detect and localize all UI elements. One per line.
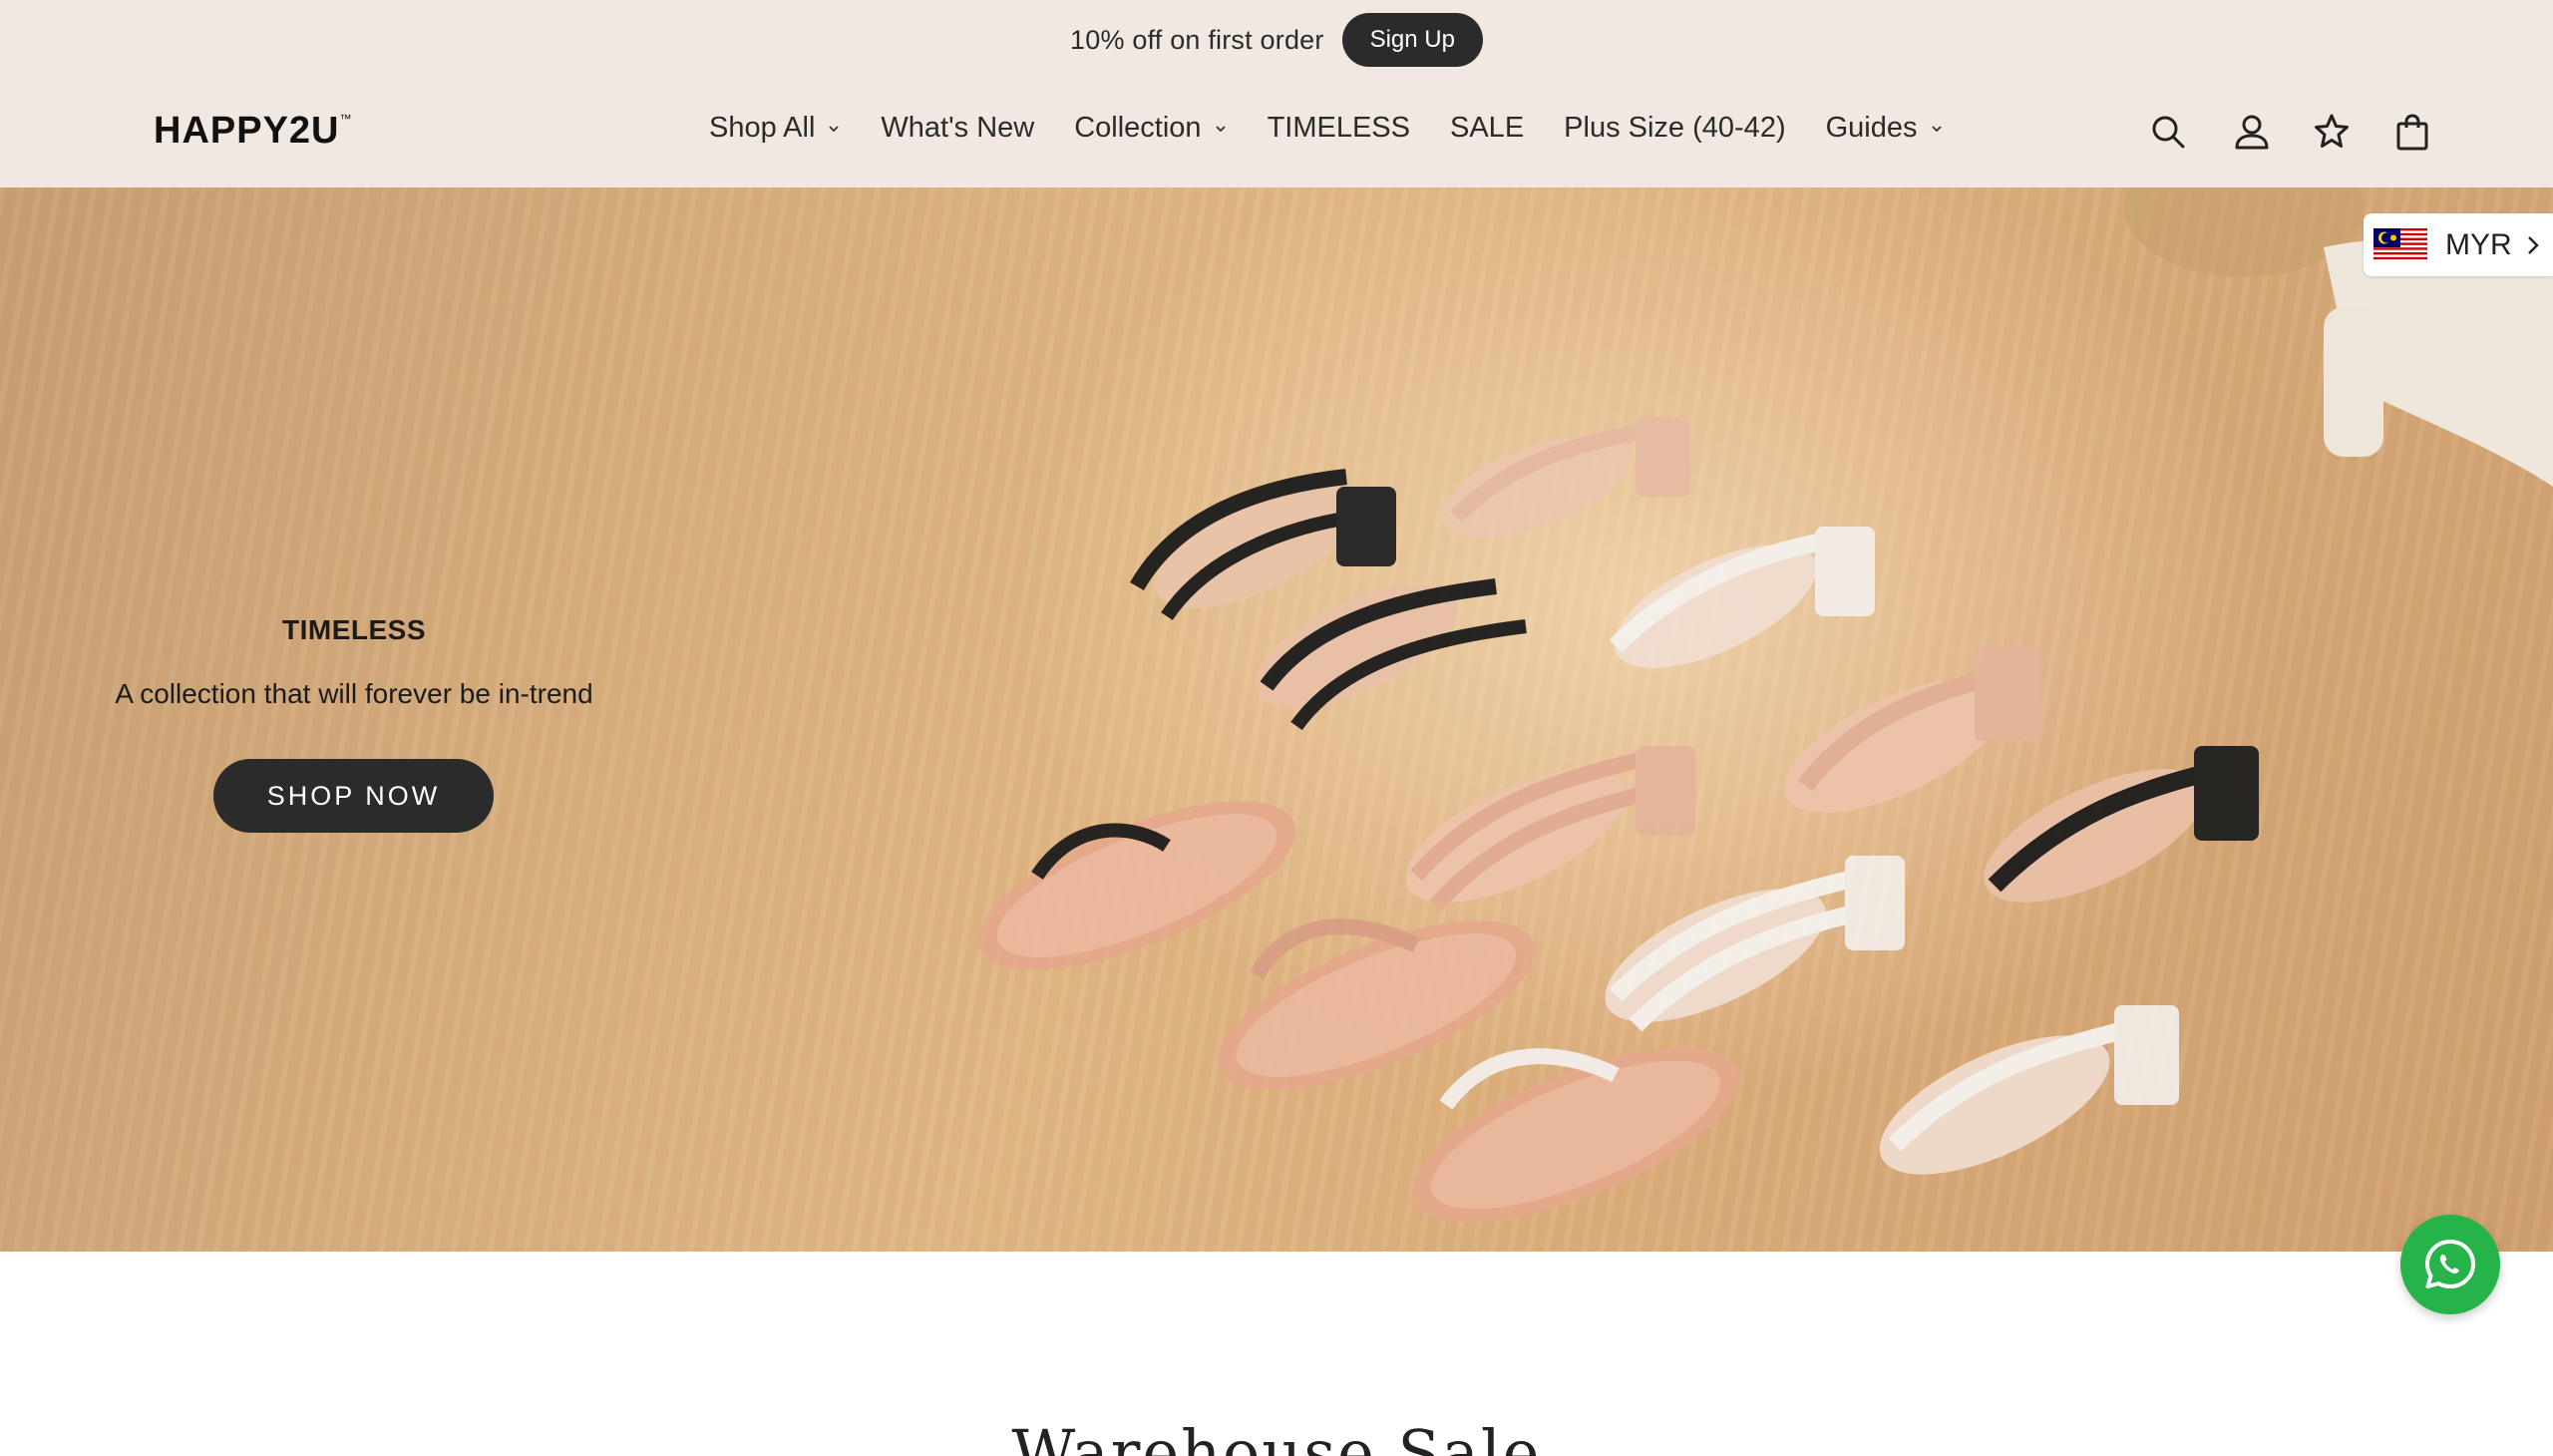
announcement-bar: 10% off on first order Sign Up [0, 0, 2553, 80]
nav-item-plus-size[interactable]: Plus Size (40-42) [1564, 112, 1785, 145]
nav-label: Guides [1825, 112, 1918, 144]
site-header: HAPPY2U™ Shop All What's New Collection … [0, 80, 2553, 187]
chevron-down-icon [1931, 125, 1942, 132]
nav-label: SALE [1450, 112, 1525, 144]
hero-title: TIMELESS [281, 614, 426, 645]
nav-label: Collection [1074, 112, 1202, 144]
nav-label: Plus Size (40-42) [1564, 112, 1786, 144]
logo-text: HAPPY2U [154, 110, 340, 152]
nav-label: TIMELESS [1267, 112, 1410, 144]
nav-item-sale[interactable]: SALE [1450, 112, 1524, 145]
wishlist-star-icon[interactable] [2312, 112, 2352, 152]
hero-sandals-image [977, 187, 2553, 1223]
currency-selector[interactable]: MYR [2364, 213, 2553, 276]
main-nav: Shop All What's New Collection TIMELESS … [709, 112, 1984, 145]
search-icon[interactable] [2148, 112, 2188, 152]
nav-label: Shop All [709, 112, 816, 144]
logo-trademark: ™ [339, 112, 353, 126]
hero-subtitle: A collection that will forever be in-tre… [115, 678, 593, 709]
cart-bag-icon[interactable] [2392, 112, 2432, 152]
nav-item-timeless[interactable]: TIMELESS [1268, 112, 1410, 145]
nav-label: What's New [881, 112, 1035, 144]
whatsapp-chat-button[interactable] [2400, 1215, 2500, 1314]
signup-button[interactable]: Sign Up [1341, 13, 1483, 67]
nav-item-collection[interactable]: Collection [1074, 112, 1227, 145]
shop-now-button[interactable]: SHOP NOW [213, 759, 494, 833]
account-icon[interactable] [2232, 112, 2272, 152]
logo[interactable]: HAPPY2U™ [154, 110, 353, 153]
nav-item-guides[interactable]: Guides [1826, 112, 1944, 145]
promo-text: 10% off on first order [1070, 24, 1324, 55]
hero-banner[interactable]: TIMELESS A collection that will forever … [0, 187, 2553, 1252]
chevron-right-icon [2527, 235, 2539, 254]
nav-item-shop-all[interactable]: Shop All [709, 112, 841, 145]
chevron-down-icon [1215, 125, 1226, 132]
nav-item-whats-new[interactable]: What's New [881, 112, 1034, 145]
section-title: Warehouse Sale [1011, 1416, 1542, 1456]
malaysia-flag-icon [2373, 227, 2427, 262]
currency-code: MYR [2445, 227, 2512, 261]
whatsapp-icon [2425, 1240, 2475, 1288]
chevron-down-icon [829, 125, 840, 132]
